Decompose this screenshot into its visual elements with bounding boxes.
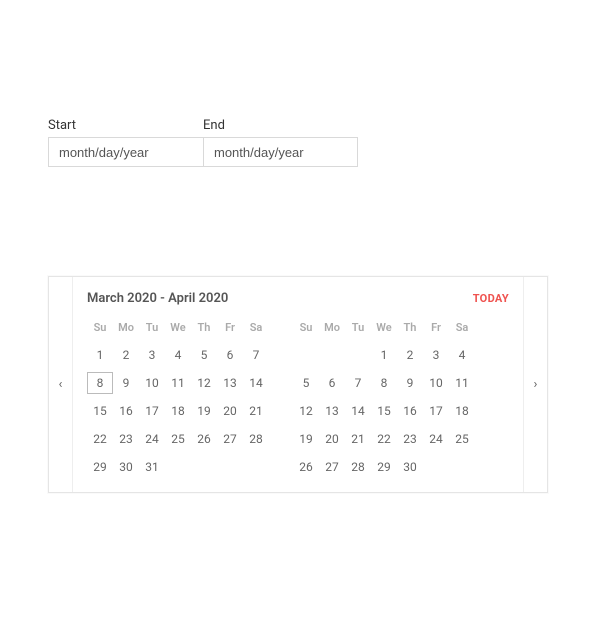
weekday-header: Th [397,318,423,338]
day-cell[interactable]: 13 [319,400,345,422]
day-cell[interactable]: 9 [113,372,139,394]
day-cell[interactable]: 31 [139,456,165,478]
weekday-header: Tu [345,318,371,338]
weekday-header: Su [293,318,319,338]
day-cell[interactable]: 28 [345,456,371,478]
chevron-left-icon: ‹ [59,377,63,392]
chevron-right-icon: › [534,377,538,392]
empty-cell [319,344,345,366]
day-cell[interactable]: 20 [319,428,345,450]
day-cell[interactable]: 12 [293,400,319,422]
weekday-header: Su [87,318,113,338]
day-cell[interactable]: 22 [87,428,113,450]
day-cell[interactable]: 23 [113,428,139,450]
weekday-header: Th [191,318,217,338]
day-cell[interactable]: 26 [293,456,319,478]
end-label: End [203,118,358,133]
day-cell[interactable]: 16 [397,400,423,422]
day-cell[interactable]: 19 [293,428,319,450]
day-cell[interactable]: 27 [319,456,345,478]
day-cell[interactable]: 2 [397,344,423,366]
day-cell[interactable]: 30 [397,456,423,478]
weekday-header: Sa [243,318,269,338]
day-cell[interactable]: 9 [397,372,423,394]
day-cell[interactable]: 17 [139,400,165,422]
day-cell[interactable]: 26 [191,428,217,450]
start-label: Start [48,118,203,133]
day-cell[interactable]: 21 [243,400,269,422]
day-cell[interactable]: 18 [165,400,191,422]
day-cell[interactable]: 17 [423,400,449,422]
day-cell[interactable]: 16 [113,400,139,422]
day-cell[interactable]: 30 [113,456,139,478]
day-cell[interactable]: 24 [423,428,449,450]
day-cell[interactable]: 20 [217,400,243,422]
empty-cell [293,344,319,366]
weekday-header: Mo [113,318,139,338]
day-cell[interactable]: 29 [87,456,113,478]
month-grid: SuMoTuWeThFrSa12345678910111213141516171… [87,318,269,478]
month-grid: SuMoTuWeThFrSa12345678910111213141516171… [293,318,475,478]
day-cell[interactable]: 18 [449,400,475,422]
day-cell[interactable]: 1 [87,344,113,366]
day-cell[interactable]: 2 [113,344,139,366]
day-cell[interactable]: 3 [423,344,449,366]
day-cell[interactable]: 5 [293,372,319,394]
day-cell[interactable]: 14 [243,372,269,394]
day-cell[interactable]: 8 [371,372,397,394]
day-cell[interactable]: 4 [165,344,191,366]
day-cell[interactable]: 11 [449,372,475,394]
weekday-header: We [371,318,397,338]
day-cell[interactable]: 7 [345,372,371,394]
prev-month-button[interactable]: ‹ [49,277,73,492]
day-cell[interactable]: 28 [243,428,269,450]
day-cell[interactable]: 3 [139,344,165,366]
day-cell[interactable]: 14 [345,400,371,422]
day-cell[interactable]: 23 [397,428,423,450]
day-cell[interactable]: 7 [243,344,269,366]
day-cell[interactable]: 27 [217,428,243,450]
day-cell[interactable]: 1 [371,344,397,366]
weekday-header: Fr [423,318,449,338]
day-cell[interactable]: 25 [449,428,475,450]
day-cell[interactable]: 11 [165,372,191,394]
day-cell[interactable]: 12 [191,372,217,394]
day-cell[interactable]: 24 [139,428,165,450]
day-cell[interactable]: 21 [345,428,371,450]
day-cell[interactable]: 25 [165,428,191,450]
weekday-header: Fr [217,318,243,338]
day-cell[interactable]: 13 [217,372,243,394]
day-cell[interactable]: 15 [371,400,397,422]
day-cell[interactable]: 4 [449,344,475,366]
day-cell[interactable]: 6 [319,372,345,394]
empty-cell [345,344,371,366]
weekday-header: Sa [449,318,475,338]
day-cell[interactable]: 8 [87,372,113,394]
weekday-header: Tu [139,318,165,338]
today-button[interactable]: TODAY [473,292,509,305]
day-cell[interactable]: 5 [191,344,217,366]
date-range-panel: ‹ March 2020 - April 2020 TODAY SuMoTuWe… [48,276,548,493]
day-cell[interactable]: 10 [139,372,165,394]
weekday-header: Mo [319,318,345,338]
day-cell[interactable]: 19 [191,400,217,422]
day-cell[interactable]: 15 [87,400,113,422]
start-date-input[interactable] [48,137,203,167]
range-title: March 2020 - April 2020 [87,291,228,306]
end-date-input[interactable] [203,137,358,167]
day-cell[interactable]: 6 [217,344,243,366]
day-cell[interactable]: 29 [371,456,397,478]
next-month-button[interactable]: › [523,277,547,492]
day-cell[interactable]: 10 [423,372,449,394]
day-cell[interactable]: 22 [371,428,397,450]
weekday-header: We [165,318,191,338]
